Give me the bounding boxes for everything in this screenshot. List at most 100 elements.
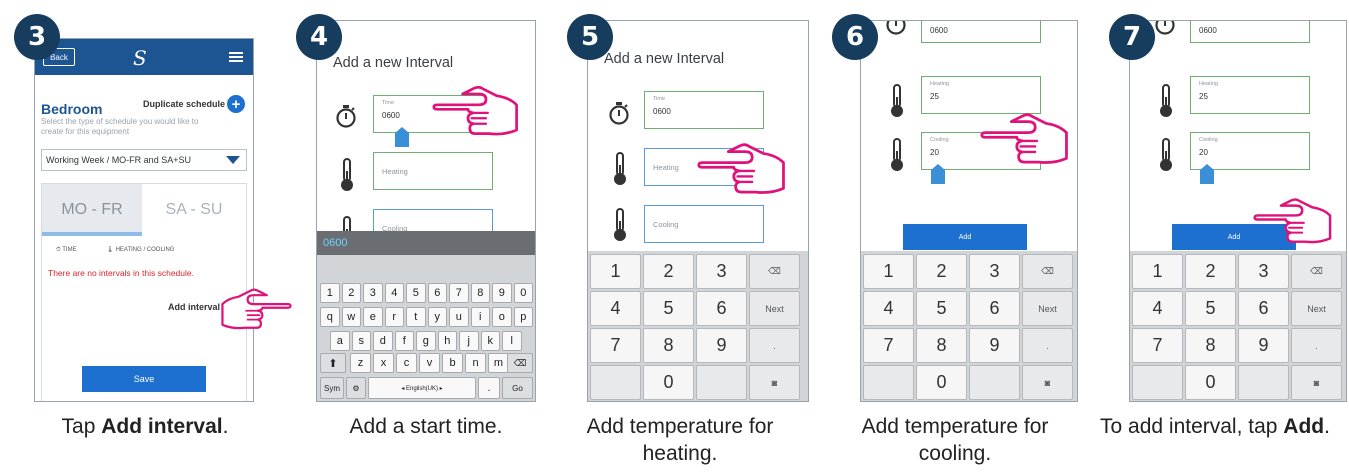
add-interval-link[interactable]: Add interval [168, 302, 220, 312]
key-l[interactable]: l [502, 331, 522, 351]
key-o[interactable]: o [492, 307, 512, 327]
key-f[interactable]: f [394, 331, 414, 351]
key-0[interactable]: 0 [643, 365, 694, 400]
key-c[interactable]: c [396, 353, 417, 373]
key-w[interactable]: w [341, 307, 361, 327]
heating-field[interactable]: Heating 25 [1190, 76, 1310, 114]
key-x[interactable]: x [373, 353, 394, 373]
key-4[interactable]: 4 [590, 291, 641, 326]
key-9[interactable]: 9 [969, 328, 1020, 363]
space-key[interactable]: ◂ English(UK) ▸ [368, 377, 476, 399]
key-8[interactable]: 8 [1185, 328, 1236, 363]
key-6[interactable]: 6 [969, 291, 1020, 326]
key-4[interactable]: 4 [384, 283, 404, 303]
key-7[interactable]: 7 [863, 328, 914, 363]
key-k[interactable]: k [480, 331, 500, 351]
key-5[interactable]: 5 [916, 291, 967, 326]
menu-icon[interactable] [229, 52, 243, 62]
tab-mo-fr[interactable]: MO - FR [42, 184, 142, 236]
key-9[interactable]: 9 [696, 328, 747, 363]
key-u[interactable]: u [449, 307, 469, 327]
key-7[interactable]: 7 [1132, 328, 1183, 363]
key-1[interactable]: 1 [320, 283, 340, 303]
key-0[interactable]: 0 [1185, 365, 1236, 400]
time-field[interactable]: 0600 [921, 21, 1041, 43]
camera-icon[interactable]: ◙ [749, 365, 800, 400]
text-cursor-handle[interactable] [1200, 164, 1214, 184]
key-r[interactable]: r [384, 307, 404, 327]
key-3[interactable]: 3 [363, 283, 383, 303]
dot-key[interactable]: . [478, 377, 500, 399]
key-1[interactable]: 1 [863, 254, 914, 289]
dot-key[interactable]: . [1291, 328, 1342, 363]
next-key[interactable]: Next [1022, 291, 1073, 326]
key-p[interactable]: p [513, 307, 533, 327]
key-h[interactable]: h [437, 331, 457, 351]
key-9[interactable]: 9 [492, 283, 512, 303]
next-key[interactable]: Next [749, 291, 800, 326]
key-9[interactable]: 9 [1238, 328, 1289, 363]
key-q[interactable]: q [320, 307, 340, 327]
key-4[interactable]: 4 [863, 291, 914, 326]
key-7[interactable]: 7 [449, 283, 469, 303]
key-0[interactable]: 0 [513, 283, 533, 303]
key-t[interactable]: t [406, 307, 426, 327]
heating-field[interactable]: Heating [373, 152, 493, 190]
key-8[interactable]: 8 [643, 328, 694, 363]
tab-sa-su[interactable]: SA - SU [142, 184, 246, 236]
key-3[interactable]: 3 [969, 254, 1020, 289]
cooling-field[interactable]: Cooling [644, 205, 764, 243]
key-6[interactable]: 6 [427, 283, 447, 303]
key-3[interactable]: 3 [696, 254, 747, 289]
backspace-key[interactable]: ⌫ [1291, 254, 1342, 289]
save-button[interactable]: Save [82, 366, 206, 392]
key-j[interactable]: j [459, 331, 479, 351]
key-n[interactable]: n [465, 353, 486, 373]
key-2[interactable]: 2 [341, 283, 361, 303]
duplicate-plus-icon[interactable]: + [227, 95, 245, 113]
backspace-key[interactable]: ⌫ [1022, 254, 1073, 289]
key-y[interactable]: y [427, 307, 447, 327]
next-key[interactable]: Next [1291, 291, 1342, 326]
key-v[interactable]: v [419, 353, 440, 373]
key-2[interactable]: 2 [643, 254, 694, 289]
heating-field[interactable]: Heating 25 [921, 76, 1041, 114]
key-e[interactable]: e [363, 307, 383, 327]
schedule-type-select[interactable]: Working Week / MO-FR and SA+SU [41, 149, 247, 171]
text-cursor-handle[interactable] [395, 127, 409, 147]
camera-icon[interactable]: ◙ [1022, 365, 1073, 400]
dot-key[interactable]: . [749, 328, 800, 363]
key-m[interactable]: m [488, 353, 509, 373]
key-g[interactable]: g [416, 331, 436, 351]
backspace-key[interactable]: ⌫ [507, 353, 533, 373]
key-5[interactable]: 5 [643, 291, 694, 326]
key-6[interactable]: 6 [696, 291, 747, 326]
key-6[interactable]: 6 [1238, 291, 1289, 326]
backspace-key[interactable]: ⌫ [749, 254, 800, 289]
add-button[interactable]: Add [903, 224, 1027, 250]
key-5[interactable]: 5 [406, 283, 426, 303]
key-2[interactable]: 2 [1185, 254, 1236, 289]
key-d[interactable]: d [373, 331, 393, 351]
key-7[interactable]: 7 [590, 328, 641, 363]
time-field[interactable]: Time 0600 [644, 91, 764, 129]
camera-icon[interactable]: ◙ [1291, 365, 1342, 400]
key-8[interactable]: 8 [470, 283, 490, 303]
text-cursor-handle[interactable] [931, 164, 945, 184]
go-key[interactable]: Go [502, 377, 533, 399]
key-0[interactable]: 0 [916, 365, 967, 400]
shift-key[interactable]: ⬆ [320, 353, 346, 373]
key-a[interactable]: a [330, 331, 350, 351]
key-3[interactable]: 3 [1238, 254, 1289, 289]
time-field[interactable]: 0600 [1190, 21, 1310, 43]
dot-key[interactable]: . [1022, 328, 1073, 363]
key-1[interactable]: 1 [590, 254, 641, 289]
settings-key[interactable]: ⚙ [346, 377, 366, 399]
key-4[interactable]: 4 [1132, 291, 1183, 326]
key-z[interactable]: z [350, 353, 371, 373]
key-1[interactable]: 1 [1132, 254, 1183, 289]
key-2[interactable]: 2 [916, 254, 967, 289]
key-s[interactable]: s [351, 331, 371, 351]
key-i[interactable]: i [470, 307, 490, 327]
key-8[interactable]: 8 [916, 328, 967, 363]
